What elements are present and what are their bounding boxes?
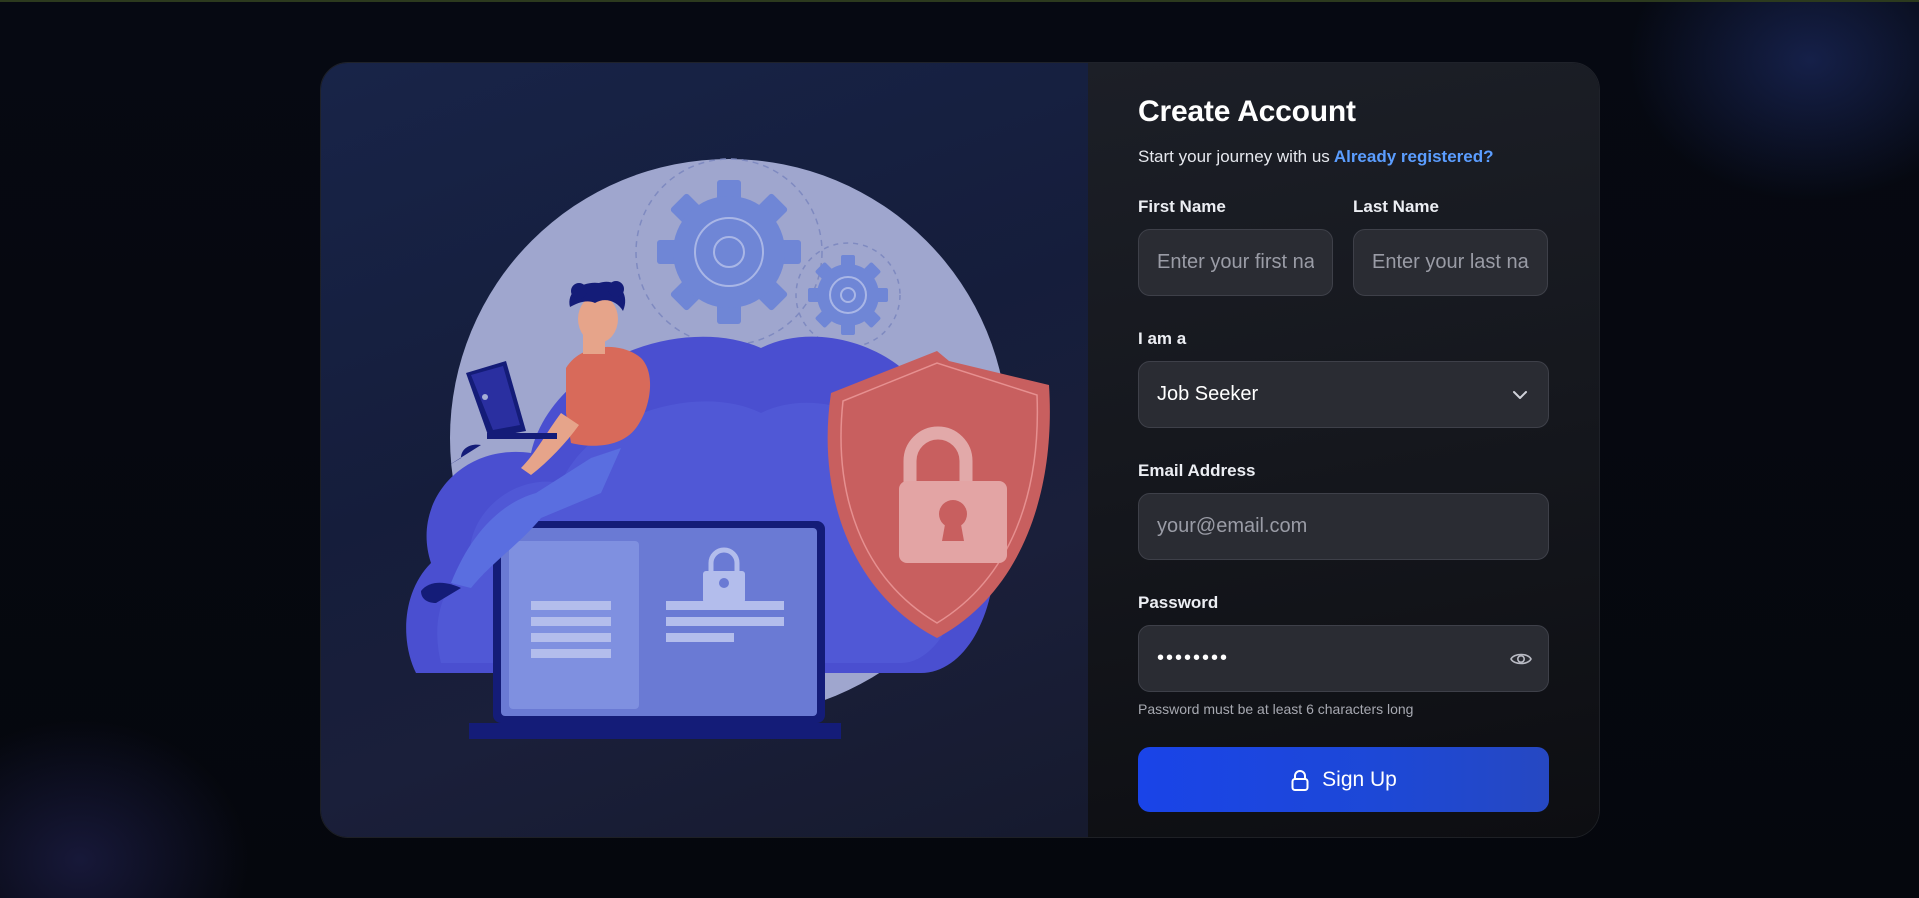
email-field-group: Email Address xyxy=(1138,461,1549,560)
password-wrapper xyxy=(1138,625,1549,692)
password-input[interactable] xyxy=(1138,625,1549,692)
password-field-group: Password Password must be at least 6 cha… xyxy=(1138,593,1549,717)
sign-up-label: Sign Up xyxy=(1322,767,1397,791)
password-hint: Password must be at least 6 characters l… xyxy=(1138,701,1414,717)
gear-icon xyxy=(657,180,801,324)
role-selected-value: Job Seeker xyxy=(1157,383,1259,405)
last-name-input[interactable] xyxy=(1353,229,1548,296)
laptop-icon xyxy=(469,521,841,739)
chevron-down-icon xyxy=(1513,390,1527,399)
first-name-field-group: First Name xyxy=(1138,197,1333,296)
last-name-field-group: Last Name xyxy=(1353,197,1548,296)
email-label: Email Address xyxy=(1138,461,1256,480)
subtitle: Start your journey with us Already regist… xyxy=(1138,147,1549,167)
first-name-label: First Name xyxy=(1138,197,1226,216)
login-link[interactable]: Already registered? xyxy=(1334,147,1494,166)
first-name-input[interactable] xyxy=(1138,229,1333,296)
small-gear-icon xyxy=(808,255,888,335)
top-accent-line xyxy=(0,0,1919,2)
email-input[interactable] xyxy=(1138,493,1549,560)
eye-icon[interactable] xyxy=(1509,647,1533,671)
cloud-security-illustration xyxy=(406,158,1050,739)
role-field-group: I am a Job Seeker xyxy=(1138,329,1549,428)
signup-card: Create Account Start your journey with u… xyxy=(320,62,1600,838)
page-title: Create Account xyxy=(1138,95,1356,128)
lock-icon xyxy=(1291,769,1309,791)
sign-up-button[interactable]: Sign Up xyxy=(1138,747,1549,812)
password-label: Password xyxy=(1138,593,1219,612)
name-row: First Name Last Name xyxy=(1138,197,1549,296)
subtitle-text: Start your journey with us xyxy=(1138,147,1330,166)
role-select[interactable]: Job Seeker xyxy=(1138,361,1549,428)
last-name-label: Last Name xyxy=(1353,197,1439,216)
form-panel: Create Account Start your journey with u… xyxy=(1088,63,1599,837)
role-label: I am a xyxy=(1138,329,1187,348)
illustration-panel xyxy=(321,63,1088,837)
